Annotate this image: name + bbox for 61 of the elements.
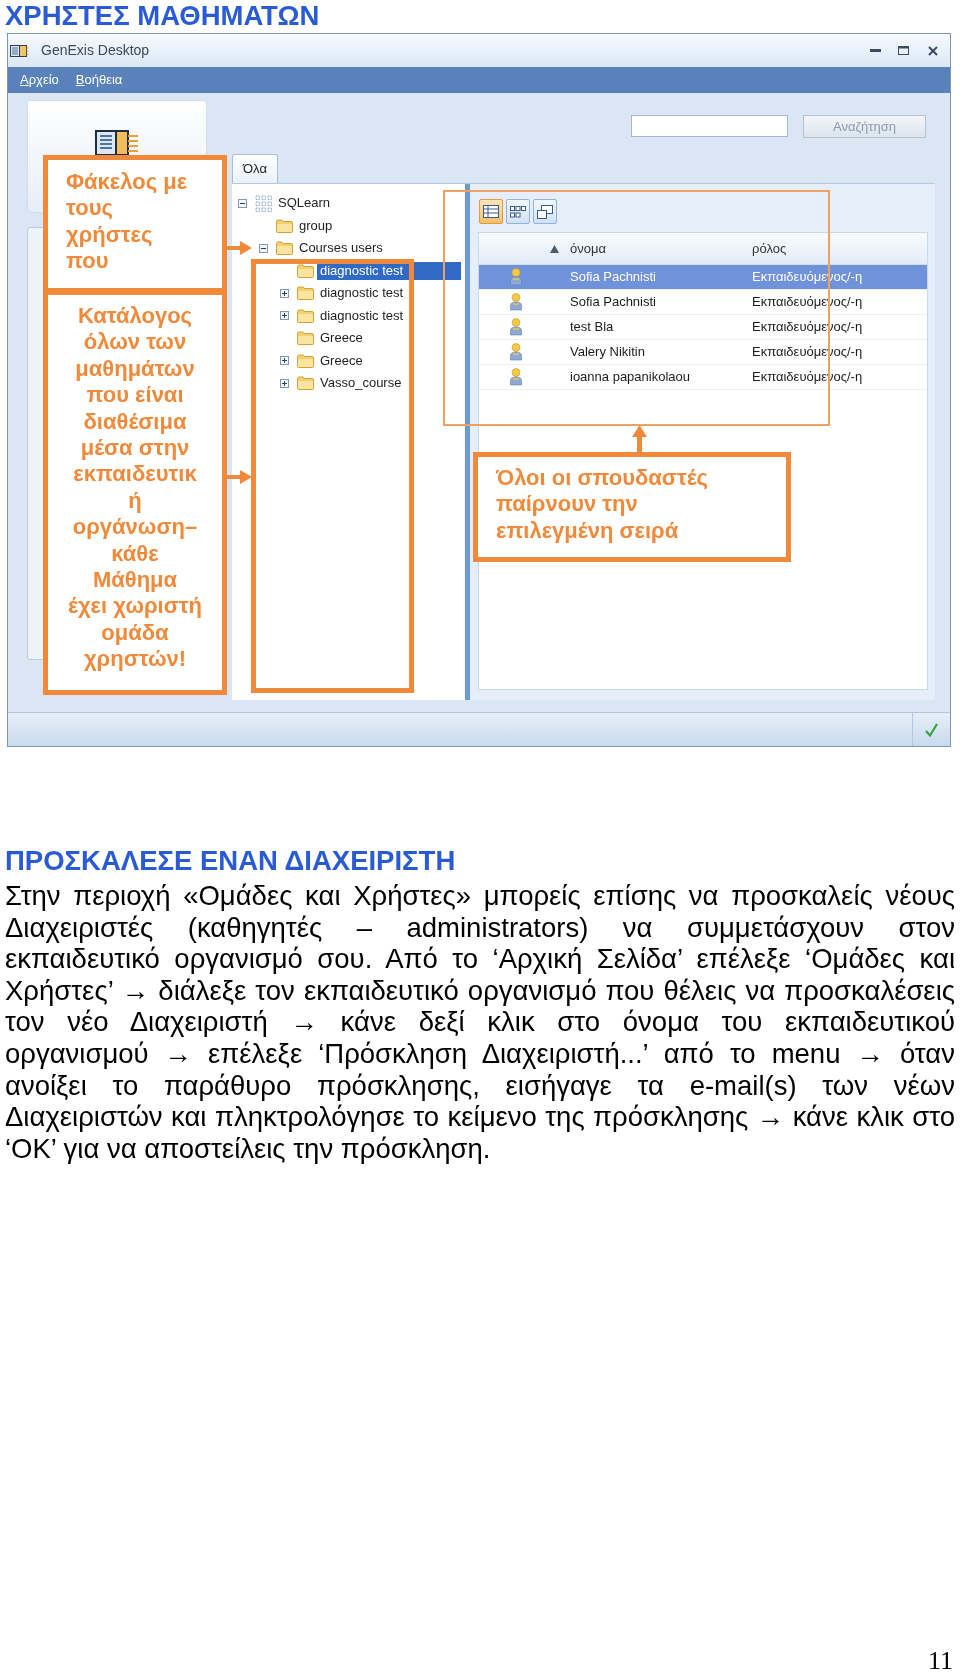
pointer-arrow [632,425,647,452]
user-icon [510,368,522,386]
view-button[interactable] [479,199,503,224]
callout: Όλοι οι σπουδαστές παίρνουν την επιλεγμένη σειρά [473,452,791,562]
window-title: GenExis Desktop [41,41,150,60]
collapse-icon[interactable] [238,198,247,208]
user-icon [510,318,522,336]
table-cell-text: Sofia Pachnisti [569,268,657,287]
tree-item[interactable]: Courses users [296,239,386,258]
table-icon [483,205,499,218]
table-cell-text: ioanna papanikolaou [569,368,691,387]
tree-item[interactable]: Greece [317,351,366,370]
windows-icon [537,204,553,219]
tree-item[interactable]: Greece [317,329,366,348]
tab[interactable]: Όλα [232,154,278,183]
pointer-arrow [227,470,252,484]
table-cell-text: test Bla [569,318,615,337]
folder-icon [297,263,314,278]
menu-item[interactable]: Αρχείο [20,70,59,90]
books-icon [95,130,139,156]
section-heading: ΠΡΟΣΚΑΛΕΣΕ ΕΝΑΝ ΔΙΑΧΕΙΡΙΣΤΗ [5,846,456,876]
user-icon [510,268,522,286]
view-button[interactable] [533,199,557,224]
user-icon [510,343,522,361]
folder-icon [297,286,314,301]
nodes-icon [255,194,272,212]
table-cell-text: Valery Nikitin [569,343,646,362]
view-button[interactable] [506,199,530,224]
close-icon[interactable] [928,45,938,56]
tree-item[interactable]: SQLearn [275,194,334,213]
callout: Φάκελος με τους χρήστες που [43,155,227,293]
search-field[interactable] [631,115,788,137]
callout: Κατάλογος όλων των μαθημάτων που είναι διαθέσιμα μέσα στην εκπαιδευτικ ή οργάνωση– κάθε Μάθημα έχει χωριστή ομάδα χρηστών! [43,290,227,695]
instructions-paragraph: Στην περιοχή «Ομάδες και Χρήστες» μπορείς επίσης να προσκαλείς νέους Διαχειριστές (καθηγητές – administrators) να συμμετάσχουν στον εκπαιδευτικό οργανισμό σου. Από το ‘Αρχική Σελίδα’ επέλεξε ‘Ομάδες και Χρήστες’ → διάλεξε τον εκπαιδευτικό οργανισμό που θέλεις να προσκαλέσεις τον νέο Διαχειριστή → κάνε δεξί κλικ στο όνομα του εκπαιδευτικού οργανισμού → επέλεξε ‘Πρόσκληση Διαχειριστή...’ από το menu → όταν ανοίξει το παράθυρο πρόσκλησης, εισήγαγε τα e-mail(s) των νέων Διαχειριστών και πληκτρολόγησε το κείμενο της πρόσκλησης → κάνε κλικ στο ‘OK’ για να αποστείλεις την πρόσκληση. [5,880,955,1165]
folder-icon [276,218,293,233]
table-cell-text: Sofia Pachnisti [569,293,657,312]
folder-icon [297,353,314,368]
page-title: ΧΡΗΣΤΕΣ ΜΑΘΗΜΑΤΩΝ [5,0,320,31]
check-icon [925,722,938,737]
tree-item[interactable]: Vasso_course [317,374,405,393]
folder-icon [297,308,314,323]
column-header[interactable]: όνομα [570,238,606,259]
collapse-icon[interactable] [259,243,268,253]
expand-icon[interactable] [280,378,289,388]
tree-item[interactable]: diagnostic test [317,284,407,303]
page-number: 11 [927,1648,953,1674]
folder-icon [297,376,314,391]
column-header[interactable]: ρόλος [752,238,787,259]
grid-icon [510,205,526,218]
tree-item[interactable]: diagnostic test [317,306,407,325]
expand-icon[interactable] [280,288,289,298]
expand-icon[interactable] [280,311,289,321]
maximize-icon[interactable] [898,46,909,55]
folder-icon [276,241,293,256]
user-icon [510,293,522,311]
tree-item[interactable]: group [296,216,336,235]
folder-icon [297,331,314,346]
book-icon [10,44,29,57]
pointer-arrow [227,241,252,255]
menu-item[interactable]: Βοήθεια [75,70,123,90]
expand-icon[interactable] [280,356,289,366]
